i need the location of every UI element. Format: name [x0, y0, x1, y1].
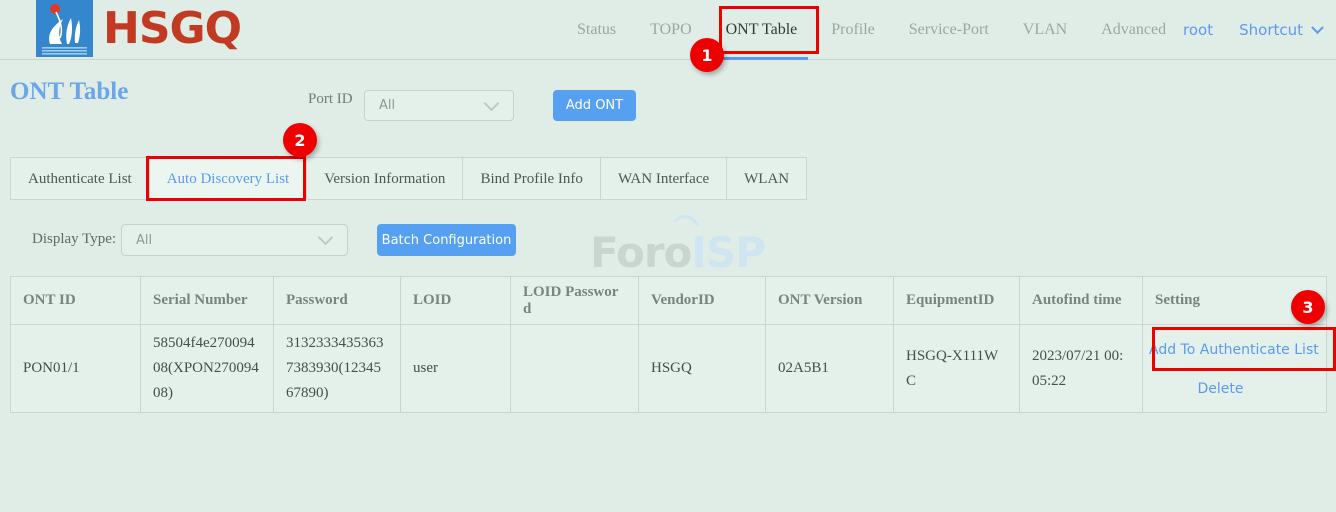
brand-name: HSGQ: [103, 0, 241, 57]
tab-authenticate-list[interactable]: Authenticate List: [11, 158, 150, 200]
tab-bind-profile-info[interactable]: Bind Profile Info: [463, 158, 601, 200]
nav-item-vlan[interactable]: VLAN: [1006, 0, 1084, 60]
tab-version-information[interactable]: Version Information: [307, 158, 463, 200]
chevron-down-icon: [484, 95, 500, 111]
app-header: HSGQ Status TOPO ONT Table Profile Servi…: [0, 0, 1336, 60]
port-id-value: All: [365, 98, 486, 113]
nav-item-profile[interactable]: Profile: [814, 0, 892, 60]
display-type-label: Display Type:: [32, 231, 116, 248]
add-ont-button[interactable]: Add ONT: [553, 90, 636, 121]
cell-vendor-id: HSGQ: [639, 325, 766, 413]
cell-autofind-time: 2023/07/21 00:05:22: [1020, 325, 1143, 413]
cell-password: 31323334353637383930(1234567890): [274, 325, 401, 413]
chevron-down-icon: [318, 230, 334, 246]
shortcut-menu[interactable]: Shortcut: [1239, 21, 1303, 39]
watermark-text-isp: ISP: [691, 228, 765, 277]
col-serial-number: Serial Number: [141, 277, 274, 325]
col-loid: LOID: [401, 277, 511, 325]
col-loid-password: LOID Password: [511, 277, 639, 325]
port-id-label: Port ID: [308, 91, 353, 108]
logo-glyph: [36, 0, 93, 57]
chevron-down-icon[interactable]: [1311, 21, 1324, 34]
delete-link[interactable]: Delete: [1149, 377, 1320, 402]
brand-logo[interactable]: HSGQ: [36, 0, 241, 57]
cell-setting: Add To Authenticate List Delete: [1143, 325, 1327, 413]
display-type-select[interactable]: All: [121, 224, 348, 256]
cell-loid-password: [511, 325, 639, 413]
tab-auto-discovery-list[interactable]: Auto Discovery List: [150, 158, 307, 200]
col-equipment-id: EquipmentID: [894, 277, 1020, 325]
cell-loid: user: [401, 325, 511, 413]
ont-auto-discovery-table: ONT ID Serial Number Password LOID LOID …: [10, 276, 1327, 413]
add-to-authenticate-list-link[interactable]: Add To Authenticate List: [1149, 338, 1320, 363]
nav-item-ont-table[interactable]: ONT Table: [709, 0, 815, 60]
nav-item-status[interactable]: Status: [560, 0, 633, 60]
port-id-select[interactable]: All: [364, 90, 514, 121]
watermark-text-foro: Foro: [590, 228, 691, 277]
col-password: Password: [274, 277, 401, 325]
display-type-value: All: [122, 233, 320, 248]
page-toolbar: ONT Table Port ID: [0, 60, 1336, 122]
cell-ont-id: PON01/1: [11, 325, 141, 413]
foroisp-watermark: ForoISP: [590, 228, 765, 277]
tab-bar: Authenticate List Auto Discovery List Ve…: [10, 157, 807, 200]
hsgq-swoosh-logo: [36, 0, 93, 57]
header-user-area: root Shortcut: [1157, 0, 1322, 60]
wifi-arc-icon: [668, 215, 702, 237]
main-navigation: Status TOPO ONT Table Profile Service-Po…: [560, 0, 1183, 60]
col-vendor-id: VendorID: [639, 277, 766, 325]
annotation-badge-1: 1: [690, 38, 724, 72]
page-title: ONT Table: [10, 78, 128, 106]
cell-serial-number: 58504f4e27009408(XPON27009408): [141, 325, 274, 413]
col-ont-id: ONT ID: [11, 277, 141, 325]
current-user-link[interactable]: root: [1183, 21, 1213, 39]
col-autofind-time: Autofind time: [1020, 277, 1143, 325]
cell-ont-version: 02A5B1: [766, 325, 894, 413]
tab-wlan[interactable]: WLAN: [727, 158, 807, 200]
tab-wan-interface[interactable]: WAN Interface: [601, 158, 727, 200]
nav-item-service-port[interactable]: Service-Port: [892, 0, 1006, 60]
cell-equipment-id: HSGQ-X111WC: [894, 325, 1020, 413]
batch-configuration-button[interactable]: Batch Configuration: [377, 224, 516, 256]
table-header-row: ONT ID Serial Number Password LOID LOID …: [11, 277, 1327, 325]
table-row[interactable]: PON01/1 58504f4e27009408(XPON27009408) 3…: [11, 325, 1327, 413]
col-ont-version: ONT Version: [766, 277, 894, 325]
annotation-badge-3: 3: [1291, 290, 1325, 324]
annotation-badge-2: 2: [283, 123, 317, 157]
